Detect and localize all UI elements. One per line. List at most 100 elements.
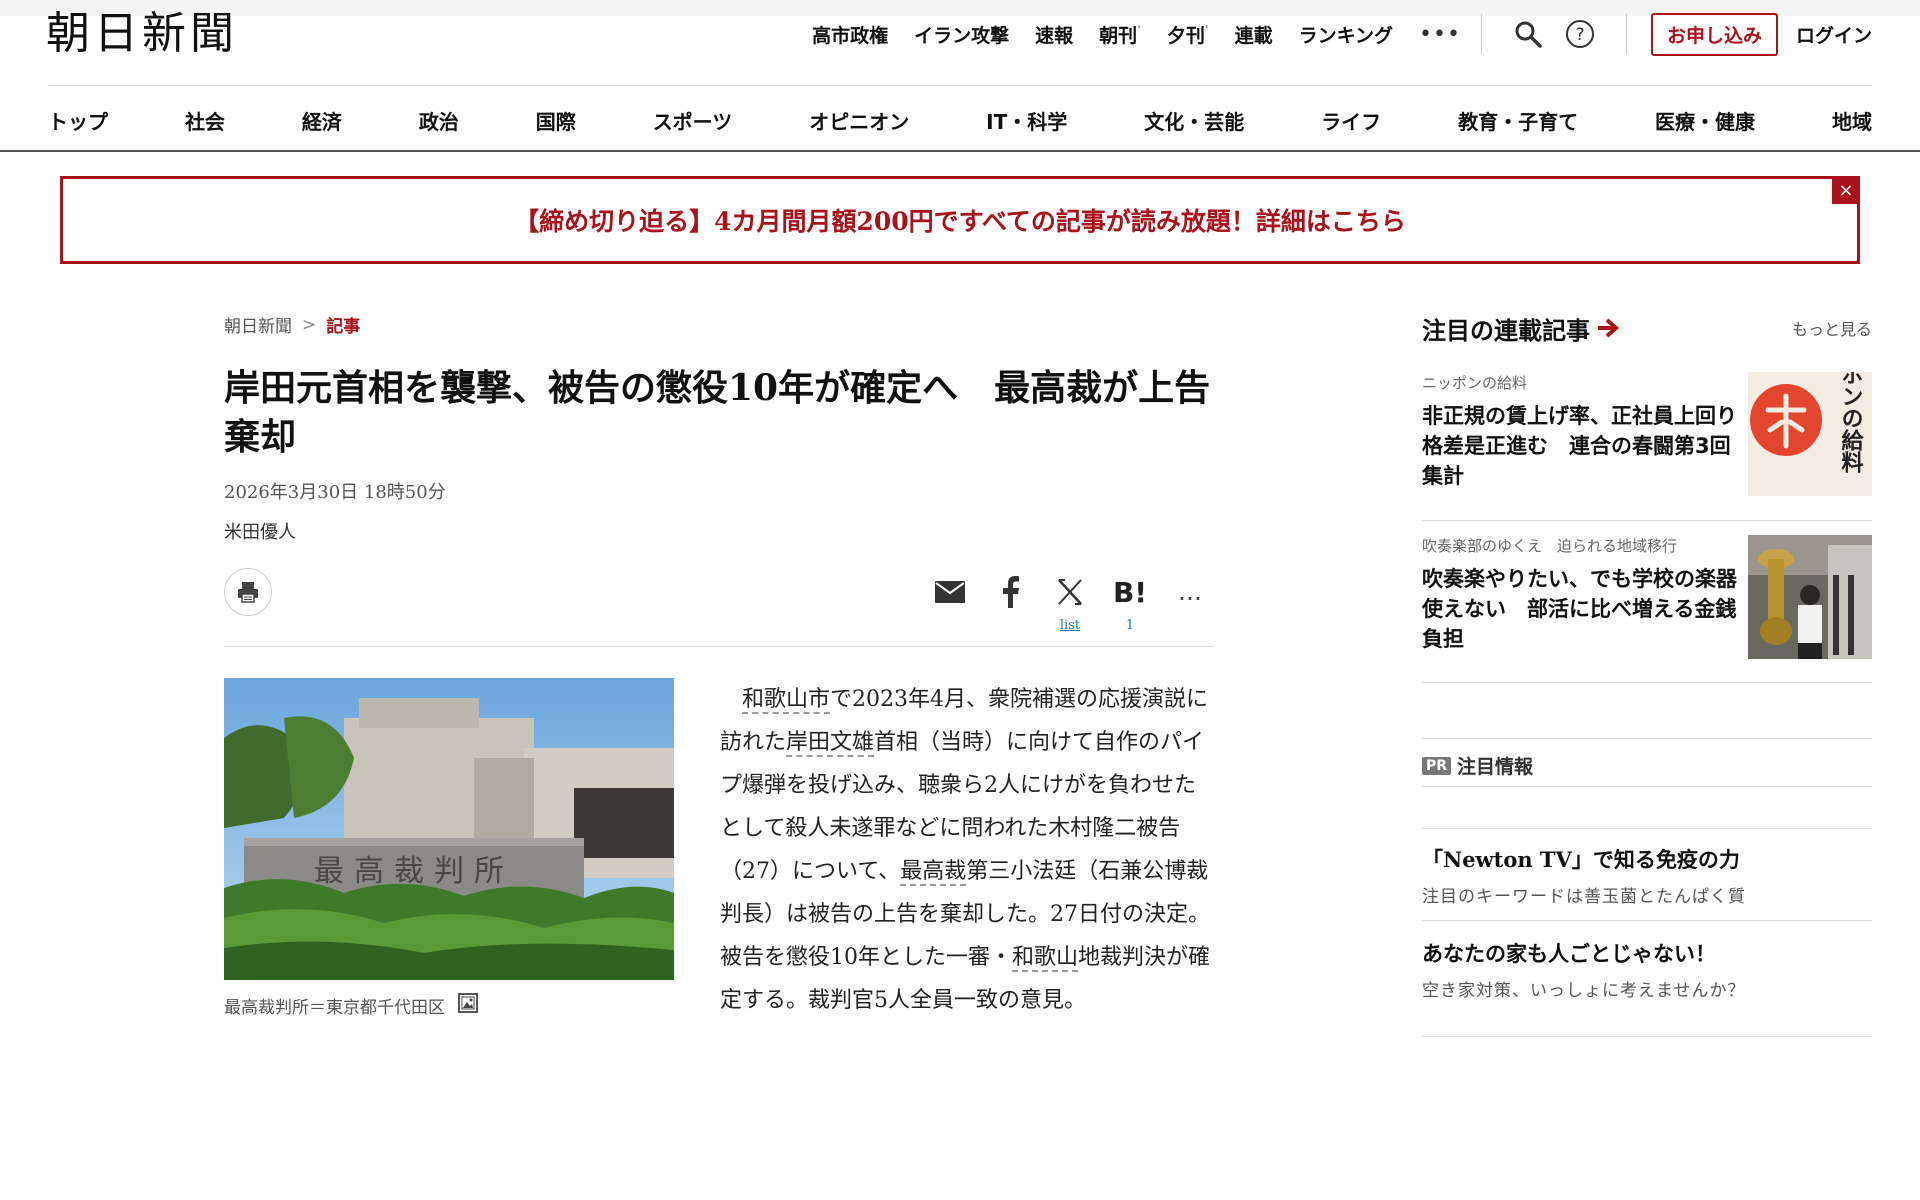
sidebar-divider-2 (1422, 682, 1872, 683)
x-icon[interactable] (1056, 572, 1084, 612)
nav-item-health[interactable]: 医療・健康 (1655, 106, 1755, 135)
nav-item-life[interactable]: ライフ (1321, 106, 1381, 135)
nav-item-top[interactable]: トップ (48, 106, 108, 135)
pr-item-1[interactable]: 「Newton TV」で知る免疫の力 注目のキーワードは善玉菌とたんぱく質 (1422, 844, 1872, 907)
main-nav: トップ 社会 経済 政治 国際 スポーツ オピニオン IT・科学 文化・芸能 ラ… (48, 100, 1872, 140)
util-link-series[interactable]: 連載 (1235, 21, 1273, 48)
nav-item-society[interactable]: 社会 (185, 106, 225, 135)
article-author[interactable]: 米田優人 (224, 518, 296, 544)
sidebar-header: 注目の連載記事 もっと見る (1422, 310, 1872, 346)
share-x[interactable]: list (1040, 572, 1100, 636)
pr-label: 注目情報 (1457, 756, 1534, 778)
nav-divider (0, 150, 1920, 152)
photo-sign-text: 最高裁判所 (314, 854, 514, 889)
banner-text[interactable]: 【締め切り迫る】4カ月間月額200円ですべての記事が読み放題！詳細はこちら (514, 202, 1406, 238)
sidebar-divider-5 (1422, 828, 1872, 829)
utility-bar: 高市政権 イラン攻撃 速報 朝刊 夕刊 連載 ランキング ••• ? お申し込み… (786, 12, 1872, 56)
pr-item-2-title[interactable]: あなたの家も人ごとじゃない！ (1422, 938, 1872, 968)
share-hatena[interactable]: B! 1 (1100, 572, 1160, 636)
sidebar-card-1-thumb-title: ニッポンの給料 (1838, 372, 1864, 473)
sidebar-title[interactable]: 注目の連載記事 (1422, 311, 1620, 346)
hatena-count[interactable]: 1 (1126, 618, 1134, 636)
util-link-ranking[interactable]: ランキング (1299, 21, 1393, 48)
keyword-link-kishida[interactable]: 岸田文雄 (786, 730, 875, 757)
breadcrumb-home[interactable]: 朝日新聞 (224, 312, 292, 337)
sidebar-card-2-thumbnail[interactable] (1748, 535, 1872, 659)
share-facebook[interactable] (980, 572, 1040, 636)
breadcrumb-separator: > (302, 314, 317, 335)
pr-item-2[interactable]: あなたの家も人ごとじゃない！ 空き家対策、いっしょに考えませんか？ (1422, 938, 1872, 1001)
print-icon (238, 582, 258, 603)
article-date: 2026年3月30日 18時50分 (224, 482, 446, 503)
sidebar-card-1-category[interactable]: ニッポンの給料 (1422, 372, 1737, 393)
sidebar: 注目の連載記事 もっと見る ニッポンの給料 非正規の賃上げ率、正社員上回り格差是… (1422, 310, 1872, 1037)
sidebar-card-2-text: 吹奏楽部のゆくえ 迫られる地域移行 吹奏楽やりたい、でも学校の楽器使えない 部活… (1422, 535, 1737, 659)
sidebar-divider-3 (1422, 738, 1872, 739)
nav-item-politics[interactable]: 政治 (419, 106, 459, 135)
sidebar-more-link[interactable]: もっと見る (1792, 316, 1872, 340)
util-link-breaking[interactable]: 速報 (1035, 21, 1073, 48)
sidebar-divider-7 (1422, 1036, 1872, 1037)
share-mail[interactable] (920, 572, 980, 636)
nav-item-culture[interactable]: 文化・芸能 (1144, 106, 1244, 135)
sidebar-divider-6 (1422, 920, 1872, 921)
share-more[interactable]: … (1160, 572, 1220, 636)
article-photo[interactable]: 最高裁判所 (224, 678, 674, 980)
hatena-bookmark-icon[interactable]: B! (1113, 572, 1147, 612)
sidebar-divider-1 (1422, 520, 1872, 521)
subscription-banner[interactable]: 【締め切り迫る】4カ月間月額200円ですべての記事が読み放題！詳細はこちら × (60, 176, 1860, 264)
sidebar-card-2-category[interactable]: 吹奏楽部のゆくえ 迫られる地域移行 (1422, 535, 1737, 556)
keyword-link-wakayama-city[interactable]: 和歌山市 (742, 687, 831, 714)
pr-item-1-subtitle[interactable]: 注目のキーワードは善玉菌とたんぱく質 (1422, 882, 1872, 907)
more-menu-icon[interactable]: ••• (1419, 22, 1461, 47)
sidebar-card-1[interactable]: ニッポンの給料 非正規の賃上げ率、正社員上回り格差是正進む 連合の春闘第3回集計… (1422, 372, 1872, 496)
sidebar-card-2[interactable]: 吹奏楽部のゆくえ 迫られる地域移行 吹奏楽やりたい、でも学校の楽器使えない 部活… (1422, 535, 1872, 659)
util-divider-2 (1625, 14, 1627, 54)
keyword-link-supreme-court[interactable]: 最高裁 (900, 859, 967, 886)
util-link-iran[interactable]: イラン攻撃 (914, 21, 1009, 48)
share-x-label[interactable]: list (1060, 618, 1080, 636)
util-link-takaichi[interactable]: 高市政権 (812, 21, 888, 48)
arrow-right-icon[interactable] (1596, 317, 1620, 339)
util-link-morning[interactable]: 朝刊 (1099, 21, 1141, 48)
sidebar-divider-4 (1422, 786, 1872, 787)
share-bar: list B! 1 … (920, 572, 1220, 636)
nav-item-sports[interactable]: スポーツ (653, 106, 733, 135)
breadcrumb: 朝日新聞 > 記事 (224, 312, 360, 338)
pr-item-1-title[interactable]: 「Newton TV」で知る免疫の力 (1422, 844, 1872, 874)
nav-item-economy[interactable]: 経済 (302, 106, 342, 135)
util-divider (1480, 14, 1482, 54)
sidebar-card-1-thumbnail[interactable]: ニッポンの給料 (1748, 372, 1872, 496)
nav-item-it-science[interactable]: IT・科学 (986, 106, 1067, 135)
util-link-evening[interactable]: 夕刊 (1167, 21, 1209, 48)
apply-button[interactable]: お申し込み (1650, 12, 1778, 56)
facebook-icon[interactable] (1000, 572, 1020, 612)
help-icon[interactable]: ? (1564, 18, 1596, 50)
nav-item-region[interactable]: 地域 (1832, 106, 1872, 135)
pr-badge: PR (1422, 756, 1452, 775)
article-divider (224, 646, 1214, 647)
mail-icon[interactable] (934, 572, 966, 612)
nav-item-opinion[interactable]: オピニオン (809, 106, 909, 135)
keyword-link-wakayama[interactable]: 和歌山 (1012, 945, 1079, 972)
login-link[interactable]: ログイン (1796, 21, 1872, 48)
breadcrumb-current[interactable]: 記事 (326, 312, 360, 337)
nav-item-international[interactable]: 国際 (536, 106, 576, 135)
share-more-icon[interactable]: … (1178, 572, 1202, 612)
print-button[interactable] (224, 568, 272, 616)
svg-text:?: ? (1575, 25, 1584, 45)
search-icon[interactable] (1512, 18, 1544, 50)
sidebar-card-1-headline[interactable]: 非正規の賃上げ率、正社員上回り格差是正進む 連合の春闘第3回集計 (1422, 401, 1737, 491)
sidebar-title-text[interactable]: 注目の連載記事 (1422, 311, 1590, 346)
pr-item-2-subtitle[interactable]: 空き家対策、いっしょに考えませんか？ (1422, 976, 1872, 1001)
site-logo[interactable]: 朝日新聞 (46, 12, 238, 56)
nav-item-education[interactable]: 教育・子育て (1458, 106, 1578, 135)
image-gallery-icon[interactable] (457, 992, 479, 1019)
sidebar-card-1-text: ニッポンの給料 非正規の賃上げ率、正社員上回り格差是正進む 連合の春闘第3回集計 (1422, 372, 1737, 496)
article-title: 岸田元首相を襲撃、被告の懲役10年が確定へ 最高裁が上告棄却 (224, 367, 1211, 458)
sidebar-card-2-headline[interactable]: 吹奏楽やりたい、でも学校の楽器使えない 部活に比べ増える金銭負担 (1422, 564, 1737, 654)
banner-close-icon[interactable]: × (1832, 176, 1860, 204)
photo-caption: 最高裁判所＝東京都千代田区 (224, 992, 479, 1019)
header-divider (48, 85, 1872, 86)
photo-caption-text: 最高裁判所＝東京都千代田区 (224, 998, 445, 1018)
